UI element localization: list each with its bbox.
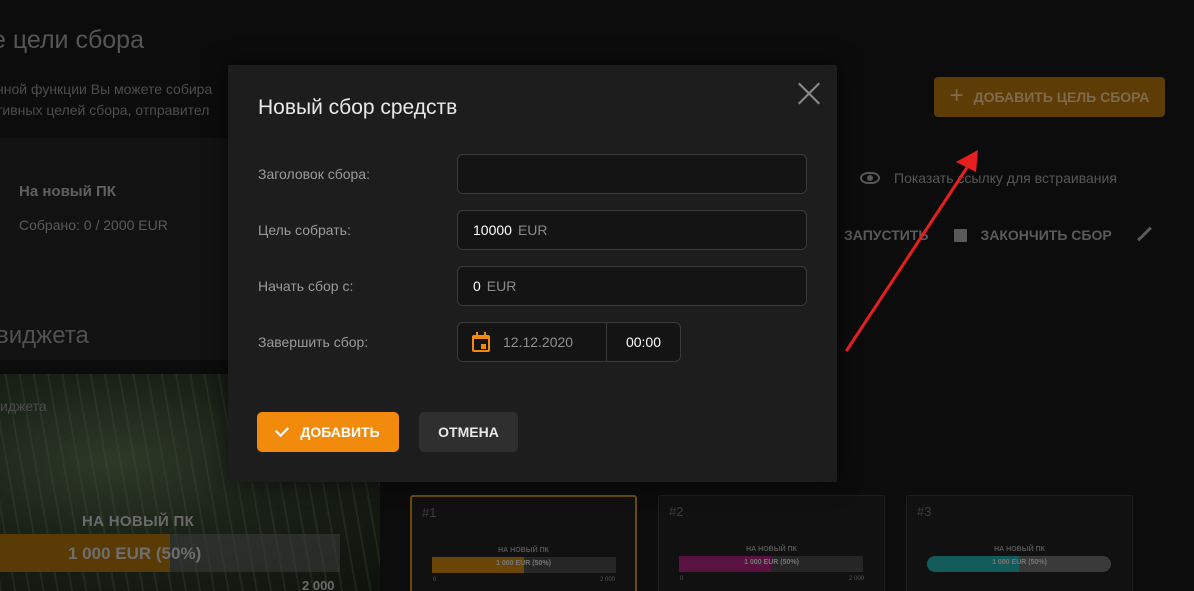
preview-goal-name: НА НОВЫЙ ПК xyxy=(82,513,195,530)
end-date-value: 12.12.2020 xyxy=(503,334,574,350)
page-title: е цели сбора xyxy=(0,26,144,54)
style-min: 0 xyxy=(433,577,437,583)
start-amount-value: 0 xyxy=(473,278,481,294)
widget-section-title: виджета xyxy=(0,322,89,349)
finish-button[interactable]: ЗАКОНЧИТЬ СБОР xyxy=(980,227,1111,243)
style-number: #3 xyxy=(917,504,932,519)
style-amount: 1 000 EUR (50%) xyxy=(496,560,551,567)
style-min: 0 xyxy=(680,576,684,582)
style-goal-name: НА НОВЫЙ ПК xyxy=(498,547,549,554)
close-icon[interactable] xyxy=(794,78,824,108)
style-amount: 1 000 EUR (50%) xyxy=(744,559,799,566)
goal-amount-field[interactable]: 10000 EUR xyxy=(457,210,807,250)
start-button[interactable]: ЗАПУСТИТЬ xyxy=(844,227,928,243)
style-number: #2 xyxy=(669,504,684,519)
cancel-button-label: ОТМЕНА xyxy=(438,424,499,440)
preview-max: 2 000 xyxy=(302,578,335,591)
page-description: нной функции Вы можете собира тивных цел… xyxy=(0,79,212,121)
title-label: Заголовок сбора: xyxy=(258,166,370,182)
new-fundraiser-modal: Новый сбор средств Заголовок сбора: Цель… xyxy=(228,65,837,482)
widget-style-card[interactable]: #3 НА НОВЫЙ ПК 1 000 EUR (50%) xyxy=(906,495,1133,591)
goal-actions: ЗАПУСТИТЬ ЗАКОНЧИТЬ СБОР xyxy=(844,227,1152,243)
calendar-icon xyxy=(471,332,491,352)
widget-style-card[interactable]: #1 НА НОВЫЙ ПК 1 000 EUR (50%) 0 2 000 xyxy=(410,495,637,591)
widget-preview-label: иджета xyxy=(0,398,47,414)
embed-link-label: Показать ссылку для встраивания xyxy=(894,170,1117,186)
style-goal-name: НА НОВЫЙ ПК xyxy=(994,546,1045,553)
eye-icon xyxy=(860,172,880,184)
add-button-label: ДОБАВИТЬ xyxy=(300,424,380,440)
add-goal-button[interactable]: + ДОБАВИТЬ ЦЕЛЬ СБОРА xyxy=(934,77,1165,117)
start-amount-unit: EUR xyxy=(486,278,517,294)
modal-title: Новый сбор средств xyxy=(258,96,458,119)
style-max: 2 000 xyxy=(599,577,615,583)
style-amount: 1 000 EUR (50%) xyxy=(992,559,1047,566)
end-date-field[interactable]: 12.12.2020 xyxy=(457,322,607,362)
add-goal-label: ДОБАВИТЬ ЦЕЛЬ СБОРА xyxy=(973,89,1150,105)
embed-link-toggle[interactable]: Показать ссылку для встраивания xyxy=(860,170,1117,186)
goal-collected-label: Собрано: xyxy=(19,217,80,233)
goal-name: На новый ПК xyxy=(19,183,116,200)
preview-amount: 1 000 EUR (50%) xyxy=(68,544,202,563)
add-button[interactable]: ДОБАВИТЬ xyxy=(257,412,399,452)
goal-amount-unit: EUR xyxy=(517,222,548,238)
style-number: #1 xyxy=(422,505,437,520)
end-time-field[interactable]: 00:00 xyxy=(606,322,681,362)
goal-amount-value: 10000 xyxy=(473,222,512,238)
description-line: нной функции Вы можете собира xyxy=(0,81,213,97)
goal-collected: Собрано: 0 / 2000 EUR xyxy=(19,217,168,233)
widget-style-card[interactable]: #2 НА НОВЫЙ ПК 1 000 EUR (50%) 0 2 000 xyxy=(658,495,885,591)
pencil-icon[interactable] xyxy=(1136,227,1152,243)
end-time-value: 00:00 xyxy=(625,334,662,350)
title-input[interactable] xyxy=(473,155,806,193)
check-icon xyxy=(275,422,290,438)
style-max: 2 000 xyxy=(848,576,864,582)
cancel-button[interactable]: ОТМЕНА xyxy=(419,412,518,452)
stop-icon xyxy=(954,228,968,242)
goal-amount-label: Цель собрать: xyxy=(258,222,351,238)
description-line: тивных целей сбора, отправител xyxy=(0,102,210,118)
start-amount-field[interactable]: 0 EUR xyxy=(457,266,807,306)
end-date-label: Завершить сбор: xyxy=(258,334,369,350)
goal-collected-value: 0 / 2000 EUR xyxy=(83,217,168,233)
plus-icon: + xyxy=(949,81,964,109)
start-amount-label: Начать сбор с: xyxy=(258,278,354,294)
style-goal-name: НА НОВЫЙ ПК xyxy=(746,546,797,553)
title-field[interactable] xyxy=(457,154,807,194)
